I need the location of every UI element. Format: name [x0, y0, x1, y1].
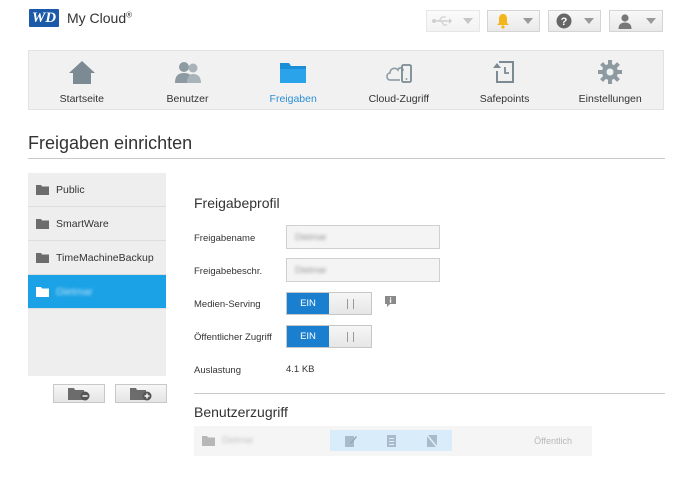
chevron-down-icon	[523, 18, 534, 24]
media-serving-toggle[interactable]: EIN	[286, 292, 372, 315]
help-button[interactable]: ?	[548, 10, 601, 32]
chevron-down-icon	[584, 18, 595, 24]
permission-selector	[330, 430, 452, 451]
alerts-button[interactable]	[487, 10, 540, 32]
user-access-name: Dietmar	[222, 435, 254, 445]
folder-icon	[36, 218, 49, 229]
folder-icon	[36, 184, 49, 195]
home-icon	[68, 61, 95, 84]
share-item-selected[interactable]: Dietmar	[28, 275, 166, 309]
folder-add-icon	[130, 387, 152, 400]
share-list: Public SmartWare TimeMachineBackup Dietm…	[28, 173, 166, 376]
usage-value: 4.1 KB	[286, 364, 315, 375]
permission-read-only-button[interactable]	[371, 430, 412, 451]
cloud-device-icon	[386, 64, 412, 83]
usb-menu-button[interactable]	[426, 10, 480, 32]
delete-share-button[interactable]	[53, 384, 105, 403]
brand-name: My Cloud®	[67, 10, 133, 26]
users-icon	[174, 62, 201, 83]
header-bar: WD My Cloud® ?	[0, 0, 688, 48]
share-item-public[interactable]: Public	[28, 173, 166, 207]
chevron-down-icon	[646, 18, 656, 24]
media-serving-label: Medien-Serving	[194, 299, 261, 310]
folder-icon	[36, 252, 49, 263]
toggle-grip	[346, 331, 354, 342]
title-divider	[28, 158, 665, 159]
nav-item-safepoints[interactable]: Safepoints	[452, 51, 558, 109]
bell-icon	[496, 14, 509, 29]
share-item-smartware[interactable]: SmartWare	[28, 207, 166, 241]
info-icon[interactable]	[384, 295, 397, 308]
edit-document-icon	[345, 435, 358, 447]
no-access-icon	[426, 434, 438, 447]
user-menu-button[interactable]	[609, 10, 663, 32]
wd-logo: WD	[29, 9, 59, 27]
nav-item-einstellungen[interactable]: Einstellungen	[557, 51, 663, 109]
user-icon	[618, 14, 632, 29]
folder-icon	[36, 286, 49, 297]
share-name-label: Freigabename	[194, 233, 256, 244]
user-access-row: Dietmar Öffentlich	[194, 426, 592, 456]
permission-no-access-button[interactable]	[411, 430, 452, 451]
svg-text:?: ?	[560, 16, 567, 28]
share-name-input[interactable]: Dietmar	[286, 225, 440, 249]
public-access-toggle[interactable]: EIN	[286, 325, 372, 348]
section-divider	[194, 393, 665, 394]
safepoint-icon	[492, 61, 514, 83]
folder-icon	[202, 436, 215, 446]
page-title: Freigaben einrichten	[28, 133, 193, 153]
add-share-button[interactable]	[115, 384, 167, 403]
public-access-label: Öffentlicher Zugriff	[194, 332, 272, 343]
share-description-label: Freigabebeschr.	[194, 266, 263, 277]
usage-label: Auslastung	[194, 365, 242, 376]
toggle-grip	[346, 298, 354, 309]
nav-item-startseite[interactable]: Startseite	[29, 51, 135, 109]
user-access-title: Benutzerzugriff	[194, 404, 288, 420]
gear-icon	[598, 60, 623, 84]
usb-icon	[432, 16, 452, 26]
nav-item-benutzer[interactable]: Benutzer	[135, 51, 241, 109]
permission-full-access-button[interactable]	[330, 430, 371, 451]
user-access-status: Öffentlich	[534, 436, 572, 446]
folder-icon	[280, 63, 307, 83]
share-item-timemachinebackup[interactable]: TimeMachineBackup	[28, 241, 166, 275]
nav-item-cloud-zugriff[interactable]: Cloud-Zugriff	[346, 51, 452, 109]
folder-remove-icon	[68, 387, 90, 400]
nav-item-freigaben[interactable]: Freigaben	[240, 51, 346, 109]
chevron-down-icon	[463, 18, 473, 24]
share-description-input[interactable]: Dietmar	[286, 258, 440, 282]
document-icon	[387, 434, 396, 447]
main-nav: Startseite Benutzer Freigaben Cloud-Zugr…	[28, 50, 664, 110]
help-icon: ?	[556, 13, 572, 29]
profile-title: Freigabeprofil	[194, 195, 280, 211]
